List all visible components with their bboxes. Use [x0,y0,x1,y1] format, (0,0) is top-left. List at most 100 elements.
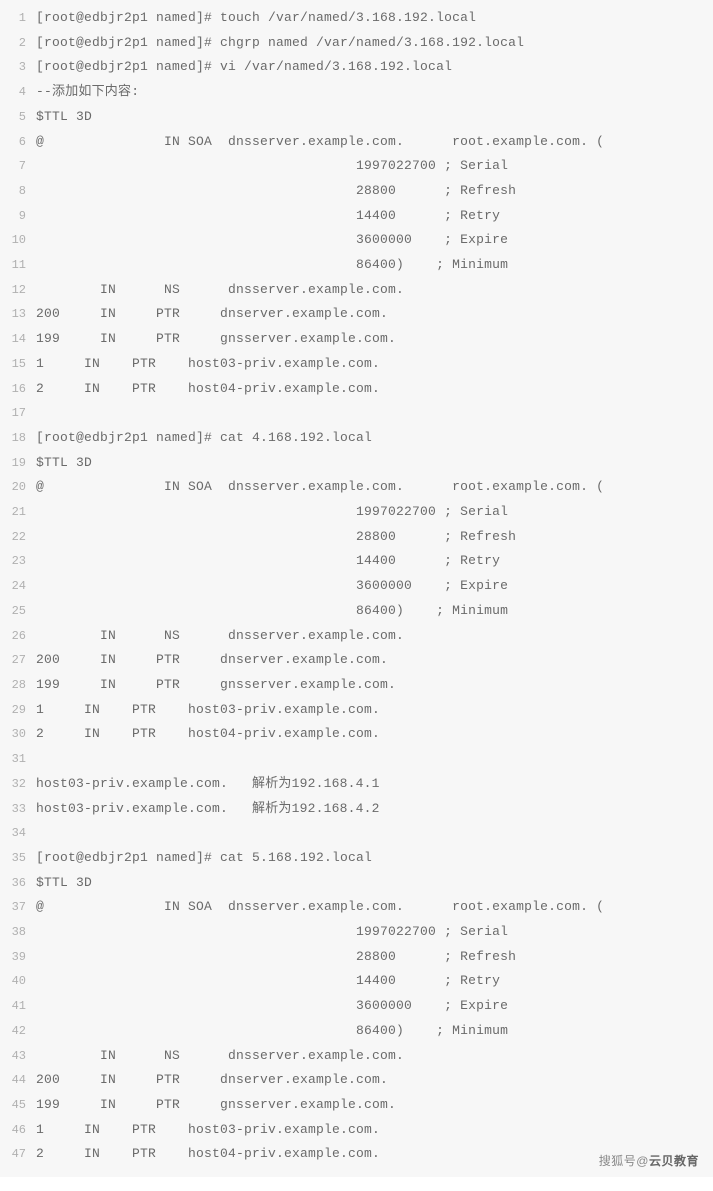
line-number: 3 [0,55,36,80]
code-line: 44200 IN PTR dnserver.example.com. [0,1068,713,1093]
line-number: 46 [0,1118,36,1143]
code-line: 1[root@edbjr2p1 named]# touch /var/named… [0,6,713,31]
code-line: 4--添加如下内容: [0,80,713,105]
code-line: 3[root@edbjr2p1 named]# vi /var/named/3.… [0,55,713,80]
code-text: [root@edbjr2p1 named]# cat 5.168.192.loc… [36,846,372,871]
code-text: 28800 ; Refresh [36,525,516,550]
code-line: 25 86400) ; Minimum [0,599,713,624]
watermark-prefix: 搜狐号 [599,1154,637,1168]
code-line: 32host03-priv.example.com. 解析为192.168.4.… [0,772,713,797]
code-line: 33host03-priv.example.com. 解析为192.168.4.… [0,797,713,822]
line-number: 6 [0,130,36,155]
line-number: 30 [0,722,36,747]
code-text: [root@edbjr2p1 named]# cat 4.168.192.loc… [36,426,372,451]
line-number: 34 [0,821,36,846]
line-number: 16 [0,377,36,402]
code-line: 9 14400 ; Retry [0,204,713,229]
code-text: 14400 ; Retry [36,204,500,229]
code-text: 28800 ; Refresh [36,945,516,970]
line-number: 17 [0,401,36,426]
code-text: IN NS dnsserver.example.com. [36,624,404,649]
code-line: 37@ IN SOA dnsserver.example.com. root.e… [0,895,713,920]
watermark-name: 云贝教育 [649,1154,699,1168]
code-text: 200 IN PTR dnserver.example.com. [36,302,388,327]
code-text: 28800 ; Refresh [36,179,516,204]
code-text: 1997022700 ; Serial [36,920,508,945]
code-text: 1 IN PTR host03-priv.example.com. [36,698,380,723]
code-line: 162 IN PTR host04-priv.example.com. [0,377,713,402]
line-number: 14 [0,327,36,352]
code-text: 1 IN PTR host03-priv.example.com. [36,352,380,377]
code-text: [root@edbjr2p1 named]# touch /var/named/… [36,6,476,31]
code-line: 151 IN PTR host03-priv.example.com. [0,352,713,377]
code-text: $TTL 3D [36,105,92,130]
line-number: 8 [0,179,36,204]
code-text: 2 IN PTR host04-priv.example.com. [36,722,380,747]
code-text: host03-priv.example.com. 解析为192.168.4.1 [36,772,380,797]
line-number: 32 [0,772,36,797]
code-line: 17 [0,401,713,426]
code-text: 14400 ; Retry [36,549,500,574]
watermark: 搜狐号@云贝教育 [599,1152,699,1169]
line-number: 38 [0,920,36,945]
line-number: 9 [0,204,36,229]
code-line: 42 86400) ; Minimum [0,1019,713,1044]
code-line: 8 28800 ; Refresh [0,179,713,204]
line-number: 4 [0,80,36,105]
line-number: 35 [0,846,36,871]
code-line: 34 [0,821,713,846]
code-line: 45199 IN PTR gnsserver.example.com. [0,1093,713,1118]
line-number: 20 [0,475,36,500]
code-text: --添加如下内容: [36,80,139,105]
code-line: 26 IN NS dnsserver.example.com. [0,624,713,649]
code-line: 14199 IN PTR gnsserver.example.com. [0,327,713,352]
code-text: @ IN SOA dnsserver.example.com. root.exa… [36,895,604,920]
line-number: 28 [0,673,36,698]
code-text: 199 IN PTR gnsserver.example.com. [36,673,396,698]
line-number: 1 [0,6,36,31]
watermark-at: @ [636,1154,649,1168]
code-text: 1997022700 ; Serial [36,500,508,525]
line-number: 11 [0,253,36,278]
line-number: 12 [0,278,36,303]
code-text: 86400) ; Minimum [36,253,508,278]
code-line: 21 1997022700 ; Serial [0,500,713,525]
line-number: 5 [0,105,36,130]
line-number: 27 [0,648,36,673]
code-text: @ IN SOA dnsserver.example.com. root.exa… [36,130,604,155]
line-number: 13 [0,302,36,327]
code-line: 23 14400 ; Retry [0,549,713,574]
code-line: 41 3600000 ; Expire [0,994,713,1019]
line-number: 45 [0,1093,36,1118]
code-line: 24 3600000 ; Expire [0,574,713,599]
line-number: 19 [0,451,36,476]
line-number: 26 [0,624,36,649]
code-line: 31 [0,747,713,772]
code-line: 291 IN PTR host03-priv.example.com. [0,698,713,723]
line-number: 43 [0,1044,36,1069]
code-line: 461 IN PTR host03-priv.example.com. [0,1118,713,1143]
line-number: 25 [0,599,36,624]
code-text: [root@edbjr2p1 named]# vi /var/named/3.1… [36,55,452,80]
line-number: 47 [0,1142,36,1167]
code-text: 3600000 ; Expire [36,228,508,253]
code-text: 3600000 ; Expire [36,994,508,1019]
line-number: 31 [0,747,36,772]
code-line: 36$TTL 3D [0,871,713,896]
code-line: 28199 IN PTR gnsserver.example.com. [0,673,713,698]
code-text: $TTL 3D [36,871,92,896]
code-text: $TTL 3D [36,451,92,476]
code-line: 10 3600000 ; Expire [0,228,713,253]
code-text: 14400 ; Retry [36,969,500,994]
code-text: IN NS dnsserver.example.com. [36,278,404,303]
code-text: [root@edbjr2p1 named]# chgrp named /var/… [36,31,524,56]
code-line: 27200 IN PTR dnserver.example.com. [0,648,713,673]
code-line: 2[root@edbjr2p1 named]# chgrp named /var… [0,31,713,56]
line-number: 36 [0,871,36,896]
line-number: 7 [0,154,36,179]
code-line: 22 28800 ; Refresh [0,525,713,550]
line-number: 2 [0,31,36,56]
line-number: 40 [0,969,36,994]
code-text: 1 IN PTR host03-priv.example.com. [36,1118,380,1143]
line-number: 15 [0,352,36,377]
